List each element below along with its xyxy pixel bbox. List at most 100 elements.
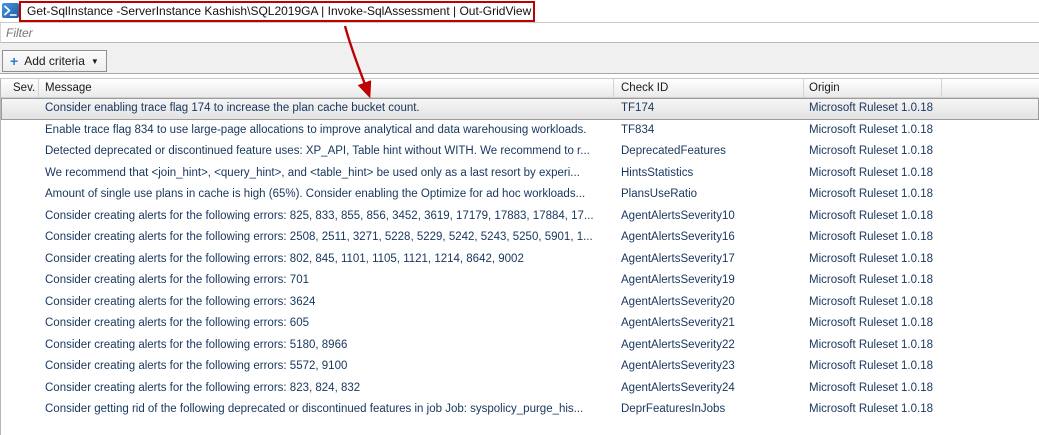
cell-extra	[942, 249, 1039, 271]
cell-check-id: AgentAlertsSeverity21	[621, 317, 735, 329]
cell-origin: Microsoft Ruleset 1.0.18	[809, 360, 934, 372]
cell-extra	[942, 292, 1039, 314]
table-row[interactable]: We recommend that <join_hint>, <query_hi…	[1, 163, 1039, 185]
window-title-command: Get-SqlInstance -ServerInstance Kashish\…	[27, 4, 532, 18]
cell-origin: Microsoft Ruleset 1.0.18	[809, 338, 934, 351]
cell-origin: Microsoft Ruleset 1.0.18	[809, 145, 934, 157]
cell-severity	[1, 378, 39, 400]
table-row[interactable]: Consider creating alerts for the followi…	[1, 356, 1039, 378]
cell-severity	[1, 399, 39, 421]
criteria-toolbar: + Add criteria ▼	[0, 43, 1039, 74]
cell-extra	[942, 163, 1039, 185]
results-grid: Sev. Message Check ID Origin Consider en…	[0, 78, 1039, 435]
cell-message: Consider creating alerts for the followi…	[45, 252, 524, 265]
cell-severity	[1, 120, 39, 142]
add-criteria-button[interactable]: + Add criteria ▼	[2, 50, 107, 72]
cell-message: Consider creating alerts for the followi…	[45, 231, 593, 243]
table-row[interactable]: Consider creating alerts for the followi…	[1, 206, 1039, 228]
cell-severity	[1, 227, 39, 249]
powershell-icon	[2, 3, 19, 18]
cell-message: Consider creating alerts for the followi…	[45, 338, 348, 351]
add-criteria-label: Add criteria	[24, 54, 85, 68]
table-row[interactable]: Consider creating alerts for the followi…	[1, 270, 1039, 292]
cell-message: Consider creating alerts for the followi…	[45, 295, 316, 308]
column-header-check-id[interactable]: Check ID	[614, 79, 804, 97]
table-row[interactable]: Consider creating alerts for the followi…	[1, 335, 1039, 357]
cell-message: We recommend that <join_hint>, <query_hi…	[45, 166, 580, 179]
filter-input[interactable]	[1, 23, 1039, 42]
table-row[interactable]: Detected deprecated or discontinued feat…	[1, 141, 1039, 163]
column-header-origin[interactable]: Origin	[804, 79, 942, 97]
cell-origin: Microsoft Ruleset 1.0.18	[809, 381, 934, 394]
cell-origin: Microsoft Ruleset 1.0.18	[809, 274, 934, 286]
cell-check-id: AgentAlertsSeverity23	[621, 360, 735, 372]
cell-extra	[942, 270, 1039, 292]
cell-origin: Microsoft Ruleset 1.0.18	[809, 102, 934, 114]
cell-extra	[942, 120, 1039, 142]
cell-extra	[942, 313, 1039, 335]
cell-check-id: DeprFeaturesInJobs	[621, 403, 726, 415]
cell-origin: Microsoft Ruleset 1.0.18	[809, 188, 934, 200]
cell-severity	[1, 206, 39, 228]
table-row[interactable]: Consider creating alerts for the followi…	[1, 378, 1039, 400]
column-header-message[interactable]: Message	[39, 79, 614, 97]
cell-origin: Microsoft Ruleset 1.0.18	[809, 252, 934, 265]
table-row[interactable]: Consider creating alerts for the followi…	[1, 249, 1039, 271]
table-row[interactable]: Consider creating alerts for the followi…	[1, 292, 1039, 314]
cell-extra	[942, 141, 1039, 163]
cell-origin: Microsoft Ruleset 1.0.18	[809, 166, 934, 179]
cell-check-id: AgentAlertsSeverity10	[621, 209, 735, 222]
column-header-extra[interactable]	[942, 79, 1039, 97]
cell-severity	[1, 292, 39, 314]
cell-origin: Microsoft Ruleset 1.0.18	[809, 123, 934, 136]
cell-severity	[1, 313, 39, 335]
cell-origin: Microsoft Ruleset 1.0.18	[809, 317, 934, 329]
grid-header-row: Sev. Message Check ID Origin	[1, 79, 1039, 98]
cell-extra	[942, 378, 1039, 400]
cell-extra	[942, 98, 1039, 120]
cell-severity	[1, 141, 39, 163]
cell-message: Enable trace flag 834 to use large-page …	[45, 123, 587, 136]
cell-severity	[1, 356, 39, 378]
cell-check-id: DeprecatedFeatures	[621, 145, 726, 157]
cell-check-id: AgentAlertsSeverity22	[621, 338, 735, 351]
cell-message: Amount of single use plans in cache is h…	[45, 188, 586, 200]
plus-icon: +	[10, 53, 19, 69]
cell-severity	[1, 163, 39, 185]
cell-message: Consider creating alerts for the followi…	[45, 381, 361, 394]
cell-check-id: AgentAlertsSeverity17	[621, 252, 735, 265]
table-row[interactable]: Enable trace flag 834 to use large-page …	[1, 120, 1039, 142]
cell-extra	[942, 335, 1039, 357]
table-row[interactable]: Consider creating alerts for the followi…	[1, 227, 1039, 249]
table-row[interactable]: Consider enabling trace flag 174 to incr…	[1, 98, 1039, 120]
cell-extra	[942, 356, 1039, 378]
cell-message: Consider enabling trace flag 174 to incr…	[45, 102, 420, 114]
cell-severity	[1, 270, 39, 292]
table-row[interactable]: Consider getting rid of the following de…	[1, 399, 1039, 421]
cell-extra	[942, 399, 1039, 421]
cell-extra	[942, 206, 1039, 228]
cell-severity	[1, 249, 39, 271]
table-row[interactable]: Amount of single use plans in cache is h…	[1, 184, 1039, 206]
cell-check-id: HintsStatistics	[621, 166, 694, 179]
cell-check-id: AgentAlertsSeverity24	[621, 381, 735, 394]
cell-extra	[942, 227, 1039, 249]
cell-origin: Microsoft Ruleset 1.0.18	[809, 403, 934, 415]
chevron-down-icon: ▼	[90, 56, 99, 66]
cell-check-id: AgentAlertsSeverity16	[621, 231, 735, 243]
cell-severity	[1, 98, 39, 120]
column-header-severity[interactable]: Sev.	[1, 79, 39, 97]
out-gridview-window: Get-SqlInstance -ServerInstance Kashish\…	[0, 0, 1039, 435]
cell-severity	[1, 184, 39, 206]
table-row[interactable]: Consider creating alerts for the followi…	[1, 313, 1039, 335]
cell-check-id: AgentAlertsSeverity20	[621, 295, 735, 308]
cell-check-id: TF834	[621, 123, 655, 136]
cell-message: Consider getting rid of the following de…	[45, 403, 584, 415]
cell-origin: Microsoft Ruleset 1.0.18	[809, 295, 934, 308]
cell-check-id: AgentAlertsSeverity19	[621, 274, 735, 286]
cell-severity	[1, 335, 39, 357]
cell-message: Consider creating alerts for the followi…	[45, 209, 594, 222]
cell-origin: Microsoft Ruleset 1.0.18	[809, 231, 934, 243]
title-bar: Get-SqlInstance -ServerInstance Kashish\…	[0, 0, 1039, 22]
grid-body: Consider enabling trace flag 174 to incr…	[1, 98, 1039, 421]
